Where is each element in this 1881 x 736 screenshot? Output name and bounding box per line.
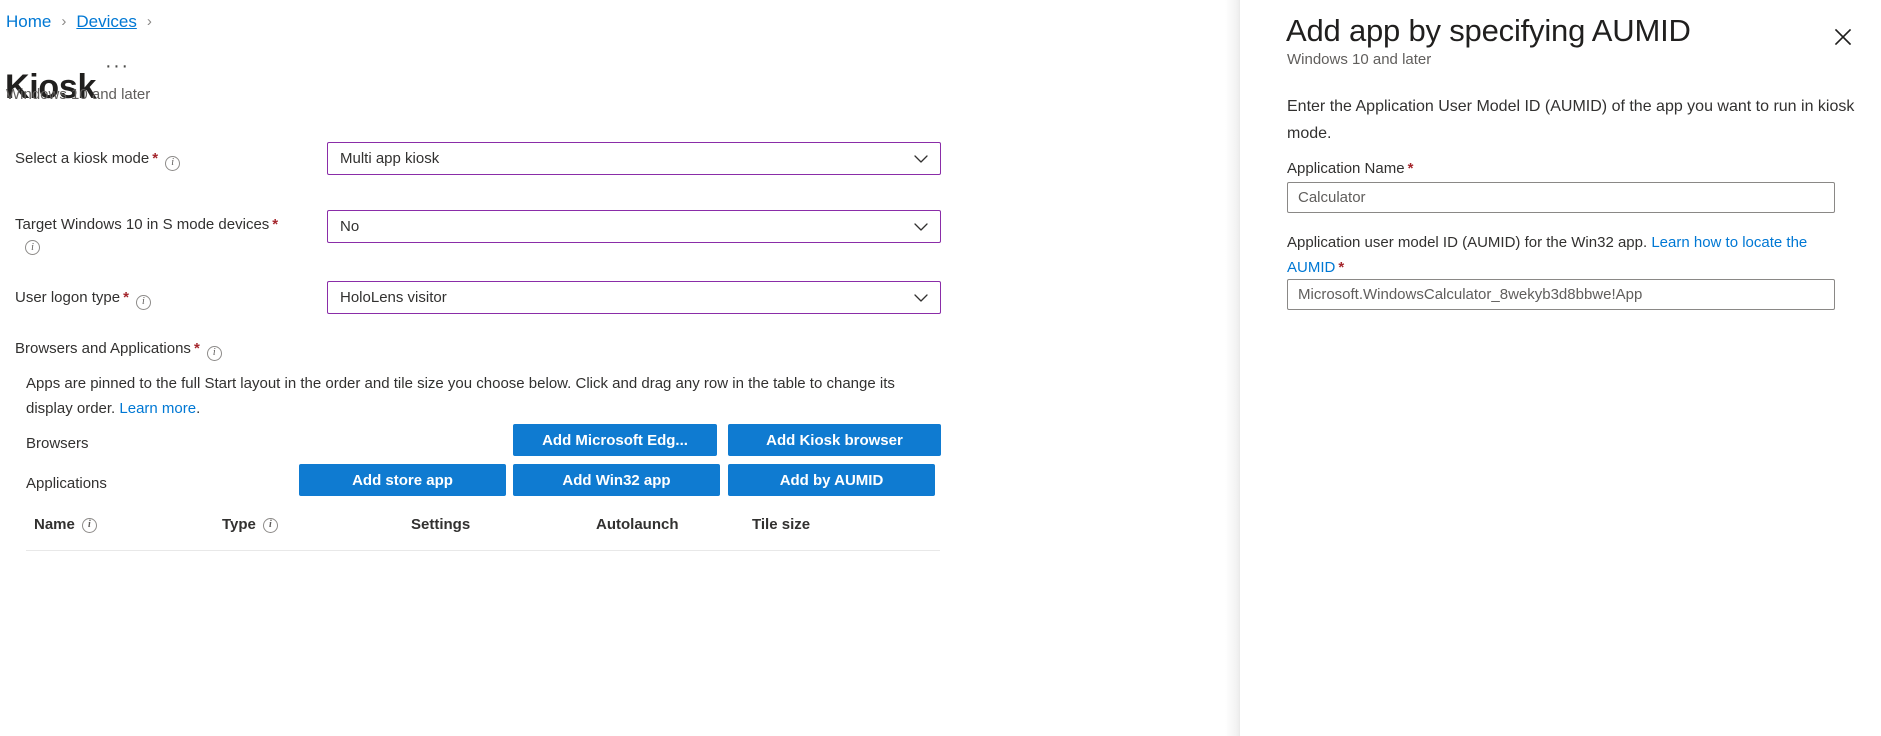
info-icon[interactable]: i — [207, 346, 222, 361]
dropdown-logon-type-value: HoloLens visitor — [340, 288, 447, 308]
label-logon-type: User logon type* i — [15, 288, 151, 310]
row-label-browsers: Browsers — [26, 434, 89, 454]
field-row-logon-type: User logon type* i HoloLens visitor — [0, 281, 1240, 315]
dropdown-s-mode[interactable]: No — [327, 210, 941, 243]
close-icon[interactable] — [1822, 16, 1864, 58]
add-store-app-button[interactable]: Add store app — [299, 464, 506, 496]
table-header-autolaunch: Autolaunch — [596, 515, 679, 535]
label-browsers-and-applications-text: Browsers and Applications — [15, 340, 191, 357]
label-logon-type-text: User logon type — [15, 289, 120, 306]
browsers-apps-description: Apps are pinned to the full Start layout… — [26, 371, 916, 421]
add-win32-app-button[interactable]: Add Win32 app — [513, 464, 720, 496]
aumid-input[interactable] — [1287, 279, 1835, 310]
label-s-mode-text: Target Windows 10 in S mode devices — [15, 216, 269, 233]
table-header-tile-size: Tile size — [752, 515, 810, 535]
info-icon[interactable]: i — [136, 295, 151, 310]
chevron-down-icon — [913, 290, 929, 306]
label-kiosk-mode-text: Select a kiosk mode — [15, 150, 149, 167]
table-header-divider — [26, 550, 940, 551]
breadcrumb-separator-icon-2: › — [147, 12, 152, 32]
breadcrumb-item-home[interactable]: Home — [6, 12, 51, 32]
required-asterisk: * — [272, 216, 278, 233]
page-more-actions-button[interactable]: ··· — [105, 52, 129, 80]
panel-description: Enter the Application User Model ID (AUM… — [1287, 93, 1857, 147]
field-row-s-mode: Target Windows 10 in S mode devices*i No — [0, 210, 1240, 244]
dropdown-s-mode-value: No — [340, 217, 359, 237]
learn-more-link[interactable]: Learn more — [119, 400, 196, 417]
required-asterisk: * — [123, 289, 129, 306]
info-icon[interactable]: i — [165, 156, 180, 171]
apps-table-header: Namei Typei Settings Autolaunch Tile siz… — [26, 515, 940, 551]
breadcrumb: Home › Devices › — [6, 12, 152, 32]
required-asterisk: * — [1408, 160, 1414, 177]
info-icon[interactable]: i — [25, 240, 40, 255]
breadcrumb-item-devices[interactable]: Devices — [76, 12, 136, 32]
add-microsoft-edge-button[interactable]: Add Microsoft Edg... — [513, 424, 717, 456]
table-header-name: Namei — [34, 515, 97, 535]
main-content-pane: Home › Devices › Kiosk ··· Windows 10 an… — [0, 0, 1240, 736]
chevron-down-icon — [913, 219, 929, 235]
panel-title: Add app by specifying AUMID — [1286, 10, 1691, 52]
kiosk-profile-screen: Home › Devices › Kiosk ··· Windows 10 an… — [0, 0, 1881, 736]
label-kiosk-mode: Select a kiosk mode* i — [15, 149, 180, 171]
info-icon[interactable]: i — [263, 518, 278, 533]
add-by-aumid-button[interactable]: Add by AUMID — [728, 464, 935, 496]
add-kiosk-browser-button[interactable]: Add Kiosk browser — [728, 424, 941, 456]
label-s-mode: Target Windows 10 in S mode devices*i — [15, 215, 278, 235]
label-application-name: Application Name* — [1287, 156, 1862, 181]
row-label-applications: Applications — [26, 474, 107, 494]
info-icon[interactable]: i — [82, 518, 97, 533]
browsers-apps-description-period: . — [196, 400, 200, 417]
field-row-kiosk-mode: Select a kiosk mode* i Multi app kiosk — [0, 142, 1240, 176]
required-asterisk: * — [194, 340, 200, 357]
table-header-type-label: Type — [222, 515, 256, 535]
required-asterisk: * — [152, 150, 158, 167]
table-header-settings: Settings — [411, 515, 470, 535]
table-header-name-label: Name — [34, 515, 75, 535]
dropdown-kiosk-mode[interactable]: Multi app kiosk — [327, 142, 941, 175]
label-aumid-text: Application user model ID (AUMID) for th… — [1287, 234, 1651, 251]
label-application-name-text: Application Name — [1287, 160, 1405, 177]
application-name-input[interactable] — [1287, 182, 1835, 213]
table-header-type: Typei — [222, 515, 278, 535]
add-aumid-panel: Add app by specifying AUMID Windows 10 a… — [1240, 0, 1881, 736]
dropdown-logon-type[interactable]: HoloLens visitor — [327, 281, 941, 314]
page-subtitle: Windows 10 and later — [6, 85, 150, 105]
label-browsers-and-applications: Browsers and Applications* i — [15, 339, 222, 361]
dropdown-kiosk-mode-value: Multi app kiosk — [340, 149, 439, 169]
chevron-down-icon — [913, 151, 929, 167]
breadcrumb-separator-icon: › — [61, 12, 66, 32]
label-aumid: Application user model ID (AUMID) for th… — [1287, 230, 1862, 280]
panel-subtitle: Windows 10 and later — [1287, 50, 1431, 70]
required-asterisk: * — [1338, 259, 1344, 276]
